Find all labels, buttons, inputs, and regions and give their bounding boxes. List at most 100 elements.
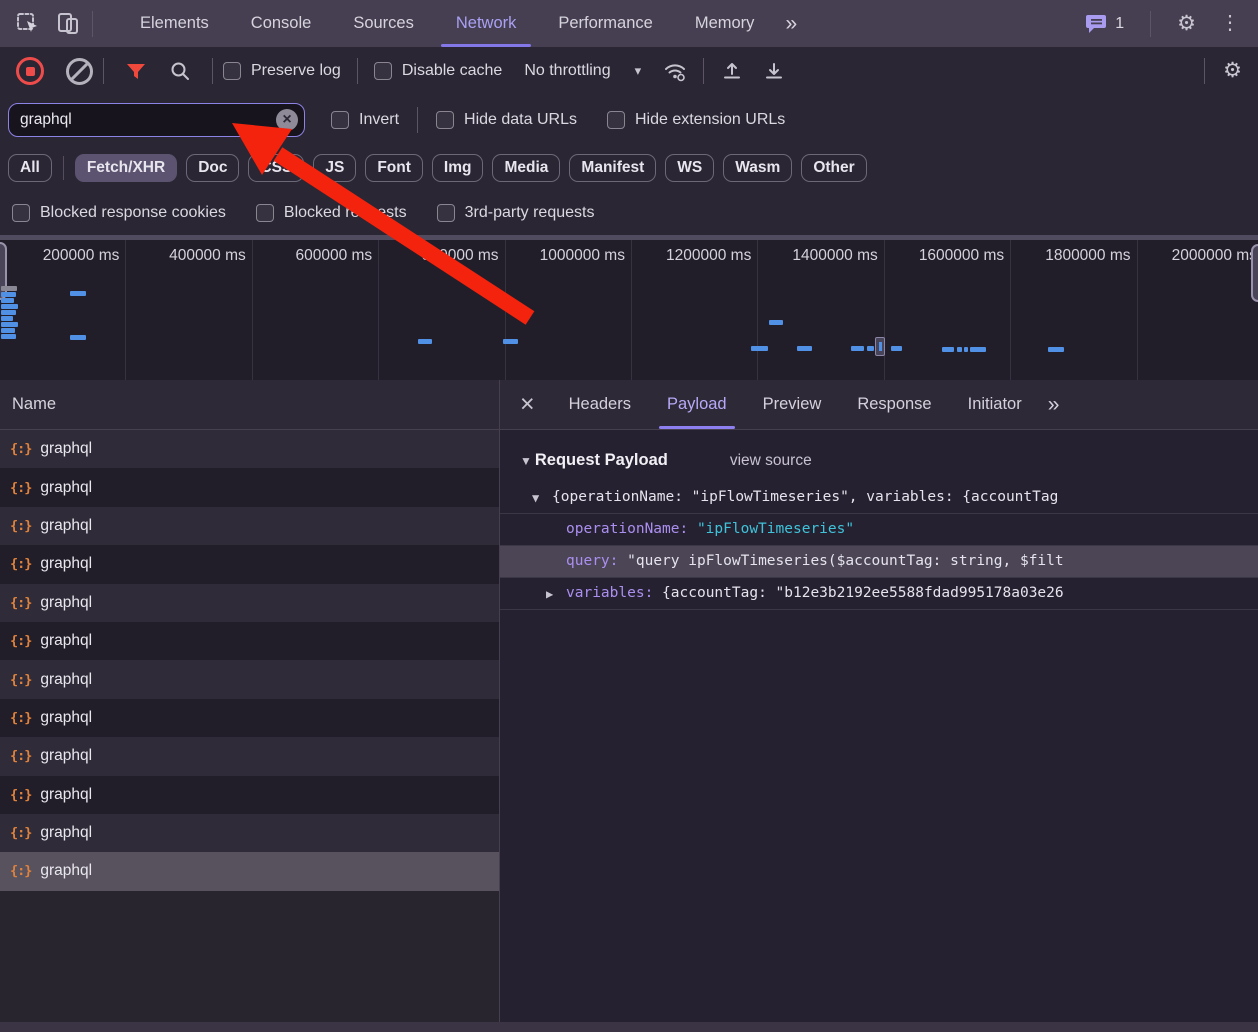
- request-row[interactable]: {:}graphql: [0, 737, 499, 775]
- network-filter-input[interactable]: [8, 103, 305, 137]
- detail-tab-list: HeadersPayloadPreviewResponseInitiator: [551, 380, 1040, 429]
- waterfall-blip: [970, 347, 986, 352]
- search-icon[interactable]: [166, 57, 194, 85]
- filter-funnel-icon[interactable]: [122, 57, 150, 85]
- waterfall-blip: [751, 346, 768, 351]
- json-braces-icon: {:}: [10, 863, 31, 879]
- timeline-column: 200000 ms: [0, 240, 126, 380]
- detail-tab-preview[interactable]: Preview: [745, 380, 840, 429]
- request-name: graphql: [40, 479, 92, 497]
- detail-tab-payload[interactable]: Payload: [649, 380, 745, 429]
- request-row[interactable]: {:}graphql: [0, 814, 499, 852]
- issues-button[interactable]: 1: [1077, 14, 1132, 34]
- request-name: graphql: [40, 786, 92, 804]
- more-detail-tabs-icon[interactable]: »: [1040, 393, 1068, 417]
- devtools-tab-performance[interactable]: Performance: [537, 0, 673, 47]
- request-row[interactable]: {:}graphql: [0, 776, 499, 814]
- view-source-link[interactable]: view source: [730, 452, 812, 470]
- clear-filter-icon[interactable]: ×: [276, 109, 298, 131]
- overview-right-handle[interactable]: [1251, 244, 1258, 302]
- devtools-tab-sources[interactable]: Sources: [332, 0, 435, 47]
- third-party-requests-label: 3rd-party requests: [465, 204, 595, 222]
- request-name: graphql: [40, 555, 92, 573]
- chevron-down-icon: ▾: [635, 63, 642, 79]
- request-row[interactable]: {:}graphql: [0, 660, 499, 698]
- detail-tab-response[interactable]: Response: [839, 380, 949, 429]
- more-panels-icon[interactable]: »: [775, 0, 807, 47]
- devtools-tab-elements[interactable]: Elements: [119, 0, 230, 47]
- invert-checkbox[interactable]: [331, 111, 349, 129]
- blocked-requests-checkbox[interactable]: [256, 204, 274, 222]
- triangle-down-icon[interactable]: ▼: [520, 454, 532, 468]
- filter-chip-js[interactable]: JS: [313, 154, 356, 182]
- waterfall-blip: [1, 304, 18, 309]
- request-row[interactable]: {:}graphql: [0, 699, 499, 737]
- triangle-right-icon[interactable]: ▶: [546, 579, 553, 610]
- record-network-log-button[interactable]: [16, 57, 44, 85]
- detail-tab-headers[interactable]: Headers: [551, 380, 649, 429]
- devtools-tab-network[interactable]: Network: [435, 0, 538, 47]
- json-braces-icon: {:}: [10, 595, 31, 611]
- import-har-icon[interactable]: [718, 57, 746, 85]
- network-overview-timeline[interactable]: 200000 ms400000 ms600000 ms800000 ms1000…: [0, 235, 1258, 380]
- filter-chip-manifest[interactable]: Manifest: [569, 154, 656, 182]
- payload-key: query:: [566, 553, 618, 569]
- payload-row-query[interactable]: query: "query ipFlowTimeseries($accountT…: [500, 546, 1258, 578]
- filter-chip-media[interactable]: Media: [492, 154, 560, 182]
- third-party-requests-checkbox[interactable]: [437, 204, 455, 222]
- message-bubble-icon: [1085, 14, 1108, 34]
- payload-row-variables[interactable]: ▶ variables: {accountTag: "b12e3b2192ee5…: [500, 578, 1258, 610]
- request-row[interactable]: {:}graphql: [0, 584, 499, 622]
- export-har-icon[interactable]: [760, 57, 788, 85]
- devtools-tab-console[interactable]: Console: [230, 0, 333, 47]
- hide-extension-urls-label: Hide extension URLs: [635, 111, 785, 129]
- request-row[interactable]: {:}graphql: [0, 852, 499, 890]
- close-details-icon[interactable]: ×: [500, 380, 551, 429]
- throttling-dropdown[interactable]: No throttling ▾: [524, 62, 641, 80]
- filter-chip-wasm[interactable]: Wasm: [723, 154, 792, 182]
- timeline-tick-label: 1600000 ms: [919, 247, 1010, 264]
- payload-summary-row[interactable]: ▼ {operationName: "ipFlowTimeseries", va…: [500, 482, 1258, 513]
- detail-tab-initiator[interactable]: Initiator: [950, 380, 1040, 429]
- payload-row-operationname[interactable]: operationName: "ipFlowTimeseries": [500, 513, 1258, 546]
- blocked-requests-label: Blocked requests: [284, 204, 407, 222]
- timeline-tick-label: 200000 ms: [43, 247, 126, 264]
- request-row[interactable]: {:}graphql: [0, 468, 499, 506]
- filter-chip-img[interactable]: Img: [432, 154, 484, 182]
- timeline-tick-label: 1400000 ms: [792, 247, 883, 264]
- filter-chip-fetch-xhr[interactable]: Fetch/XHR: [75, 154, 177, 182]
- request-row[interactable]: {:}graphql: [0, 507, 499, 545]
- blocked-response-cookies-checkbox[interactable]: [12, 204, 30, 222]
- hide-data-urls-checkbox[interactable]: [436, 111, 454, 129]
- request-row[interactable]: {:} graphql: [0, 545, 499, 583]
- network-settings-gear-icon[interactable]: ⚙: [1215, 47, 1250, 95]
- name-column-header[interactable]: Name: [0, 380, 499, 430]
- network-conditions-icon[interactable]: [661, 57, 689, 85]
- preserve-log-checkbox[interactable]: [223, 62, 241, 80]
- waterfall-blip: [957, 347, 962, 352]
- request-row[interactable]: {:}graphql: [0, 430, 499, 468]
- preserve-log-label: Preserve log: [251, 62, 341, 80]
- settings-gear-icon[interactable]: ⚙: [1169, 0, 1204, 47]
- filter-chip-ws[interactable]: WS: [665, 154, 714, 182]
- device-toolbar-icon[interactable]: [54, 10, 82, 38]
- disable-cache-checkbox[interactable]: [374, 62, 392, 80]
- filter-chip-other[interactable]: Other: [801, 154, 866, 182]
- waterfall-blip: [503, 339, 518, 344]
- waterfall-blip: [70, 335, 86, 340]
- kebab-menu-icon[interactable]: ⋮: [1212, 0, 1248, 47]
- triangle-down-icon[interactable]: ▼: [532, 483, 539, 513]
- timeline-tick-label: 1800000 ms: [1045, 247, 1136, 264]
- hide-extension-urls-checkbox[interactable]: [607, 111, 625, 129]
- divider: [1204, 58, 1205, 84]
- json-braces-icon: {:}: [10, 556, 31, 572]
- inspect-element-icon[interactable]: [14, 10, 42, 38]
- filter-chip-font[interactable]: Font: [365, 154, 423, 182]
- request-payload-section-header: ▼ Request Payload view source: [500, 430, 1258, 482]
- devtools-tab-memory[interactable]: Memory: [674, 0, 776, 47]
- filter-chip-css[interactable]: CSS: [248, 154, 304, 182]
- filter-chip-doc[interactable]: Doc: [186, 154, 239, 182]
- filter-chip-all[interactable]: All: [8, 154, 52, 182]
- request-row[interactable]: {:}graphql: [0, 622, 499, 660]
- clear-network-log-button[interactable]: [66, 58, 93, 85]
